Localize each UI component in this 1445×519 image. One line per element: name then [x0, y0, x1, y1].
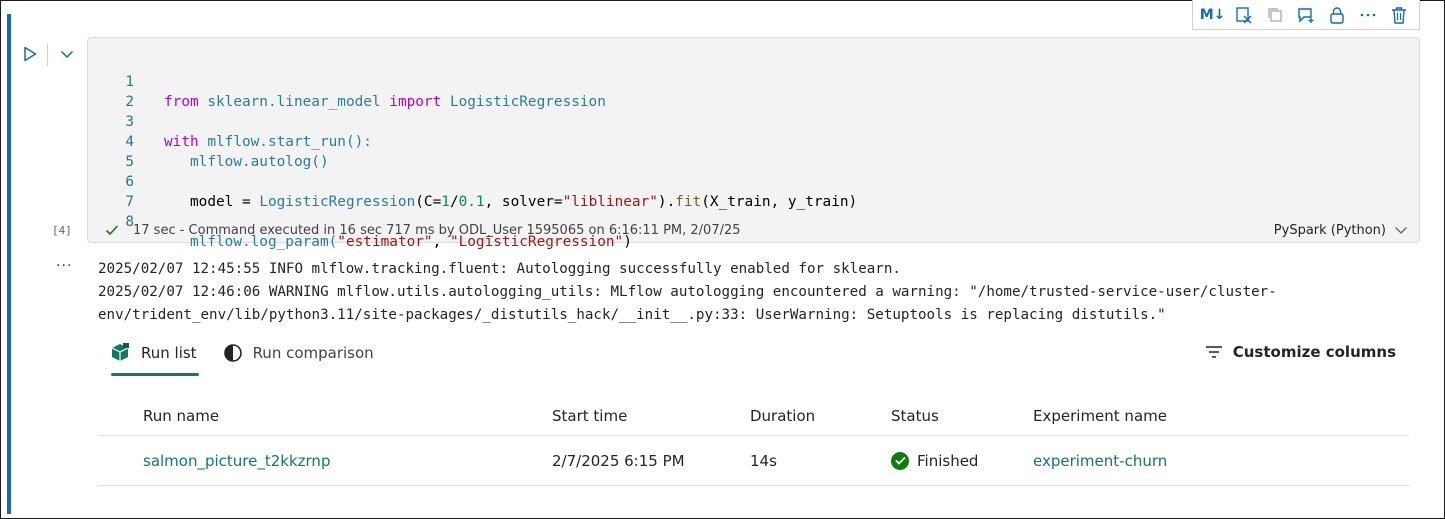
- status-badge: Finished: [917, 451, 979, 470]
- column-header-status[interactable]: Status: [891, 396, 939, 435]
- output-more-button[interactable]: ...: [56, 254, 72, 270]
- runs-table: Run name Start time Duration Status Expe…: [97, 396, 1409, 486]
- filter-lines-icon: [1205, 345, 1223, 359]
- execution-status: 17 sec - Command executed in 16 sec 717 …: [105, 220, 741, 240]
- code-line-4: 4 mlflow.autolog(): [88, 112, 328, 170]
- mlflow-tabs: Run list Run comparison: [109, 340, 400, 376]
- copy-button[interactable]: [1262, 3, 1288, 27]
- lock-button[interactable]: [1324, 3, 1350, 27]
- code-token: mlflow.start_run():: [207, 134, 372, 150]
- run-cell-button[interactable]: [20, 44, 40, 64]
- code-token: model =: [190, 194, 260, 210]
- code-token: 0.1: [458, 194, 485, 210]
- run-name-link[interactable]: salmon_picture_t2kkzrnp: [143, 436, 330, 485]
- column-header-experiment-name[interactable]: Experiment name: [1033, 396, 1167, 435]
- divider: [47, 44, 48, 66]
- duration-cell: 14s: [750, 451, 777, 470]
- column-header-run-name[interactable]: Run name: [143, 396, 219, 435]
- code-token: /: [449, 194, 459, 210]
- language-label: PySpark (Python): [1273, 222, 1386, 238]
- status-cell: Finished: [891, 436, 978, 485]
- table-header: Run name Start time Duration Status Expe…: [97, 396, 1409, 436]
- code-token: from: [164, 94, 199, 110]
- customize-columns-label: Customize columns: [1232, 343, 1396, 361]
- code-token: , solver=: [484, 194, 563, 210]
- chevron-down-icon: [60, 50, 74, 59]
- contrast-icon: [223, 343, 243, 363]
- code-token: LogisticRegression: [449, 94, 606, 110]
- delete-cell-button[interactable]: [1386, 3, 1412, 27]
- lock-icon: [1330, 6, 1344, 24]
- code-token: mlflow.autolog(): [190, 154, 329, 170]
- cube-icon: [109, 342, 131, 364]
- code-token: LogisticRegression: [259, 194, 416, 210]
- tab-label: Run list: [141, 344, 197, 362]
- column-header-duration[interactable]: Duration: [750, 396, 815, 435]
- chevron-down-icon: [1394, 226, 1408, 235]
- code-token: sklearn.linear_model: [207, 94, 381, 110]
- code-editor[interactable]: 1 from sklearn.linear_model import Logis…: [87, 37, 1420, 250]
- code-token: (X_train, y_train): [701, 194, 858, 210]
- log-line: 2025/02/07 12:46:06 WARNING mlflow.utils…: [98, 284, 1277, 300]
- markdown-toggle-icon: M↓: [1199, 6, 1226, 23]
- execution-count: [4]: [52, 224, 72, 237]
- code-token: ).: [657, 194, 676, 210]
- code-token: fit: [675, 194, 702, 210]
- code-line-5: 5: [88, 132, 134, 170]
- play-icon: [24, 46, 37, 62]
- code-line-3: 3 with mlflow.start_run():: [88, 92, 372, 150]
- copy-icon: [1268, 7, 1282, 22]
- experiment-link[interactable]: experiment-churn: [1033, 436, 1167, 485]
- check-circle-icon: [891, 451, 909, 470]
- start-time-cell: 2/7/2025 6:15 PM: [552, 451, 685, 470]
- cell-toolbar: M↓: [1192, 0, 1420, 30]
- status-duration: 17 sec: [133, 222, 176, 238]
- code-token: import: [389, 94, 442, 110]
- log-line: 2025/02/07 12:45:55 INFO mlflow.tracking…: [98, 261, 901, 277]
- add-comment-button[interactable]: [1293, 3, 1319, 27]
- clear-output-icon: [1236, 6, 1252, 23]
- code-token: with: [164, 134, 199, 150]
- code-token: (C=: [415, 194, 442, 210]
- log-line: env/trident_env/lib/python3.11/site-pack…: [98, 307, 1166, 323]
- delete-icon: [1392, 6, 1407, 24]
- clear-output-button[interactable]: [1231, 3, 1257, 27]
- language-selector[interactable]: PySpark (Python): [1274, 220, 1408, 240]
- status-text: - Command executed in 16 sec 717 ms by O…: [175, 222, 741, 238]
- code-token: 1: [441, 194, 450, 210]
- code-token: "liblinear": [562, 194, 658, 210]
- code-line-7: 7: [88, 172, 134, 210]
- tab-label: Run comparison: [252, 344, 374, 362]
- customize-columns-button[interactable]: Customize columns: [1205, 340, 1396, 364]
- code-line-1: 1 from sklearn.linear_model import Logis…: [88, 52, 606, 110]
- table-row: salmon_picture_t2kkzrnp 2/7/2025 6:15 PM…: [97, 436, 1409, 486]
- markdown-toggle-button[interactable]: M↓: [1200, 3, 1226, 27]
- code-line-6: 6 model = LogisticRegression(C=1/0.1, so…: [88, 152, 857, 210]
- code-line-8: 8 mlflow.log_param("estimator", "Logisti…: [88, 192, 632, 250]
- tab-run-comparison[interactable]: Run comparison: [223, 340, 374, 366]
- add-comment-icon: [1298, 7, 1314, 23]
- active-cell-indicator: [7, 14, 11, 514]
- checkmark-icon: [105, 224, 119, 236]
- more-options-button[interactable]: [1355, 3, 1381, 27]
- tab-run-list[interactable]: Run list: [109, 340, 199, 376]
- more-icon: [1360, 13, 1376, 16]
- column-header-start-time[interactable]: Start time: [552, 396, 627, 435]
- code-line-2: 2: [88, 72, 134, 110]
- run-options-button[interactable]: [57, 44, 77, 64]
